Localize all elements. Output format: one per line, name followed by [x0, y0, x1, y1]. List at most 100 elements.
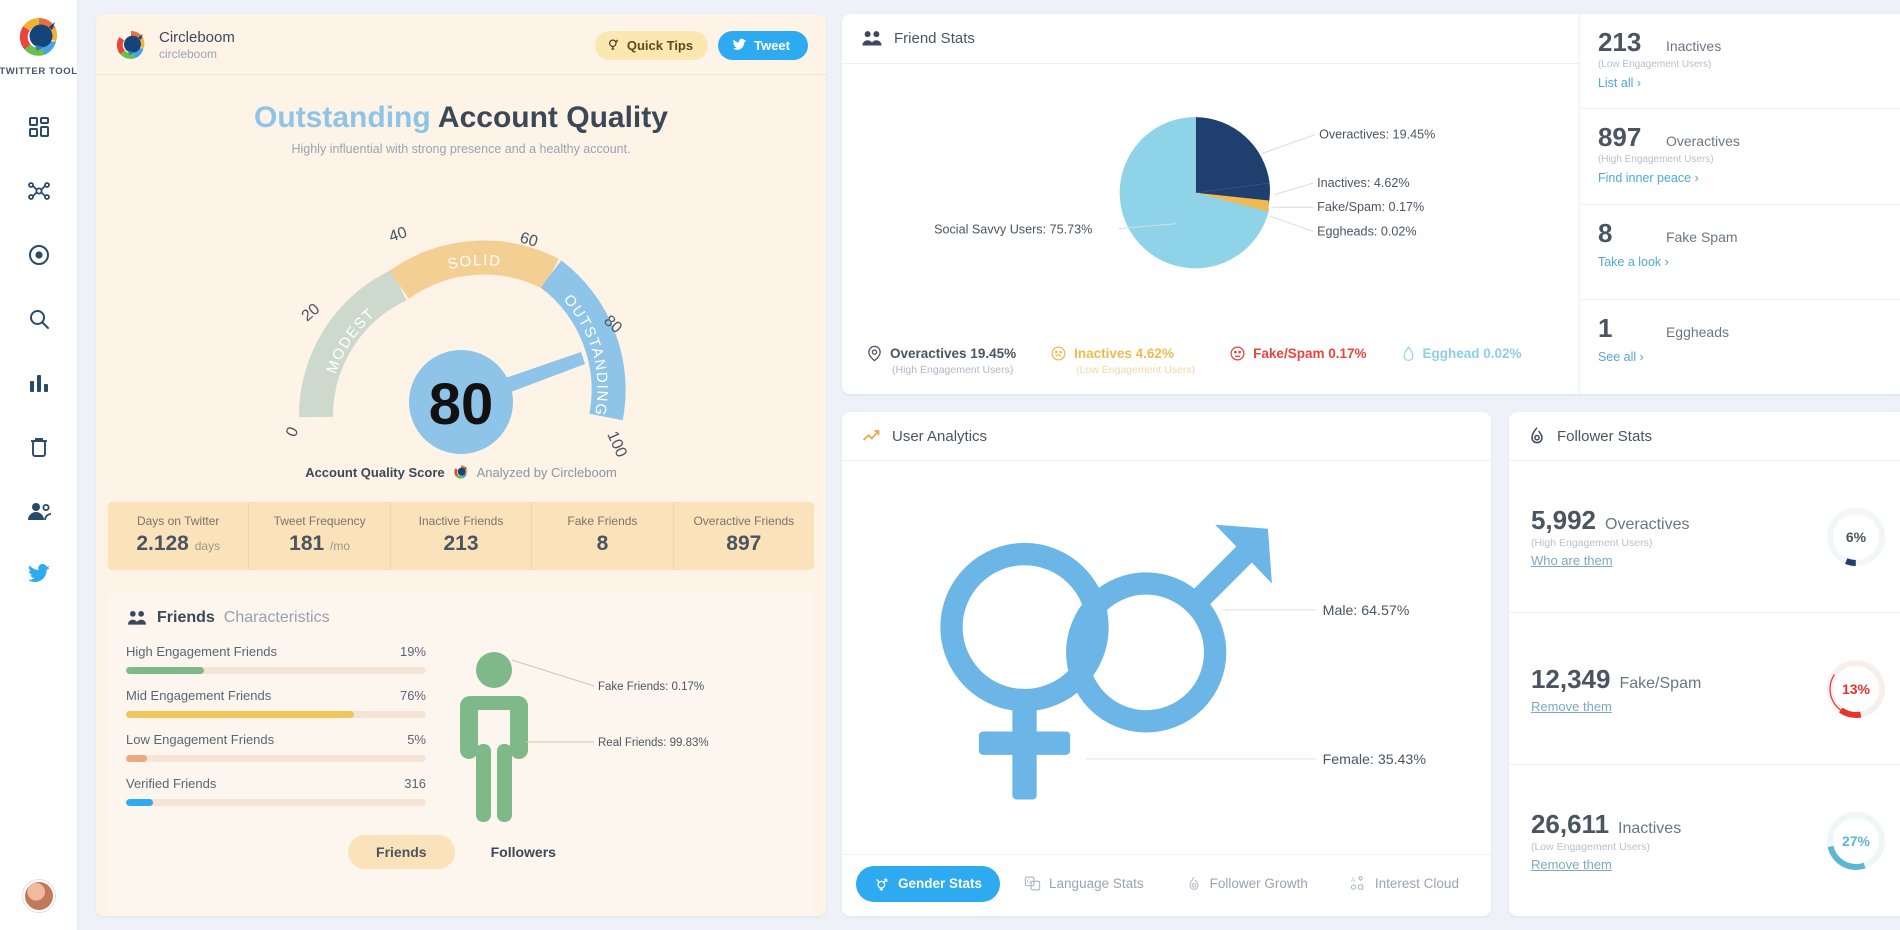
quick-tips-button[interactable]: Quick Tips	[594, 30, 709, 60]
cloud-icon: A	[1351, 876, 1364, 890]
tweet-label: Tweet	[754, 37, 790, 53]
follower-ring-inactives: 27%	[1825, 810, 1887, 872]
tab-label: Follower Growth	[1209, 876, 1308, 891]
bar-fill	[126, 799, 153, 806]
right-column: Friend Stats Social Savvy Users: 75.73% …	[842, 14, 1900, 916]
bar-label: Mid Engagement Friends	[126, 688, 272, 703]
stat-unit: /mo	[330, 539, 351, 553]
quality-title-rest: Account Quality	[437, 101, 668, 134]
toggle-followers[interactable]: Followers	[473, 835, 574, 869]
label-social-savvy: Social Savvy Users: 75.73%	[934, 222, 1092, 236]
follower-name: Fake/Spam	[1619, 674, 1702, 692]
friends-group-icon	[862, 31, 882, 46]
trash-icon	[30, 438, 47, 457]
svg-text:100: 100	[603, 429, 629, 460]
legend-label: Overactives 19.45%	[890, 346, 1017, 361]
tab-label: Language Stats	[1049, 876, 1144, 891]
fake-friends-annotation: Fake Friends: 0.17%	[598, 681, 704, 693]
sidebar-item-cleanup[interactable]	[16, 427, 62, 467]
sidebar-item-network[interactable]	[16, 171, 62, 211]
bar-high-engagement: High Engagement Friends 19%	[126, 644, 426, 674]
real-friends-annotation: Real Friends: 99.83%	[598, 737, 709, 749]
sidebar-item-dashboard[interactable]	[16, 107, 62, 147]
bar-value: 76%	[399, 688, 426, 703]
label-inactives: Inactives: 4.62%	[1317, 176, 1409, 190]
legend-label: Fake/Spam 0.17%	[1253, 346, 1367, 361]
gender-stats-chart: Male: 64.57% Female: 35.43%	[842, 461, 1491, 854]
spam-face-icon	[1230, 346, 1245, 361]
breakdown-link-see-all[interactable]: See all ›	[1598, 350, 1644, 364]
account-quality-score-caption: Account Quality Score Analyzed by Circle…	[96, 464, 826, 480]
friend-stats-title: Friend Stats	[894, 30, 975, 47]
overactive-icon	[868, 345, 881, 362]
user-analytics-card: User Analytics Male: 64.57% Female: 35.4…	[842, 412, 1491, 916]
follower-ring-overactives: 6%	[1825, 506, 1887, 568]
account-avatar-icon	[114, 28, 148, 62]
bar-fill	[126, 667, 204, 674]
tweet-button[interactable]: Tweet	[718, 30, 808, 60]
friend-breakdown-list: 213 Inactives (Low Engagement Users) Lis…	[1578, 14, 1900, 394]
breakdown-link-list-all[interactable]: List all ›	[1598, 76, 1641, 90]
breakdown-sub: (Low Engagement Users)	[1597, 59, 1712, 70]
stat-overactive-friends: Overactive Friends 897	[674, 502, 814, 570]
fc-title-light: Characteristics	[223, 609, 330, 626]
sidebar-item-users[interactable]	[16, 491, 62, 531]
label-fake-spam: Fake/Spam: 0.17%	[1317, 200, 1424, 214]
tab-interest-cloud[interactable]: A Interest Cloud	[1332, 865, 1477, 902]
aqs-label: Account Quality Score	[305, 464, 445, 480]
network-icon	[27, 182, 50, 200]
page-title: Outstanding Account Quality	[96, 101, 826, 135]
users-icon	[27, 503, 51, 521]
dashboard-icon	[28, 117, 49, 137]
quality-title-accent: Outstanding	[254, 101, 431, 134]
friends-person-illustration: Fake Friends: 0.17% Real Friends: 99.83%	[426, 644, 796, 827]
follower-link-remove-them-fake[interactable]: Remove them	[1531, 699, 1612, 714]
svg-text:0: 0	[283, 424, 302, 439]
breakdown-link-find-inner-peace[interactable]: Find inner peace ›	[1598, 171, 1699, 185]
stat-unit: days	[194, 539, 221, 553]
engagement-bars: High Engagement Friends 19% Mid Engageme…	[126, 644, 426, 827]
follower-link-remove-them-inactive[interactable]: Remove them	[1531, 857, 1612, 872]
lightbulb-icon	[608, 39, 618, 50]
stat-title: Days on Twitter	[136, 514, 220, 528]
sidebar-item-search[interactable]	[16, 299, 62, 339]
breakdown-link-take-a-look[interactable]: Take a look ›	[1598, 255, 1669, 269]
gauge-score-value: 80	[429, 372, 494, 437]
circleboom-small-logo-icon	[453, 464, 469, 480]
header-actions: Quick Tips Tweet	[594, 30, 808, 60]
breakdown-name: Eggheads	[1665, 323, 1730, 340]
breakdown-number: 8	[1597, 217, 1613, 248]
stat-value: 181	[289, 532, 325, 555]
analyzed-by-label: Analyzed by Circleboom	[476, 464, 617, 480]
stat-title: Overactive Friends	[693, 514, 795, 528]
tab-gender-stats[interactable]: Gender Stats	[856, 865, 1001, 902]
follower-sub: (High Engagement Users)	[1530, 537, 1653, 549]
account-handle: circleboom	[159, 46, 218, 61]
flame-icon	[1189, 876, 1199, 890]
stat-fake-friends: Fake Friends 8	[532, 502, 674, 570]
follower-link-who-are-them[interactable]: Who are them	[1531, 553, 1613, 568]
stat-title: Inactive Friends	[418, 514, 504, 528]
stat-title: Fake Friends	[567, 514, 638, 528]
toggle-friends[interactable]: Friends	[348, 835, 455, 869]
breakdown-name: Fake Spam	[1665, 228, 1738, 245]
sidebar-item-twitter[interactable]	[16, 555, 62, 595]
legend-egghead: Egghead 0.02%	[1401, 345, 1522, 376]
follower-number: 12,349	[1530, 663, 1611, 694]
quality-stats-band: Days on Twitter 2.128 days Tweet Frequen…	[108, 502, 814, 570]
svg-text:20: 20	[299, 301, 324, 326]
tab-language-stats[interactable]: G Language Stats	[1006, 865, 1162, 902]
main-content: Circleboom circleboom Quick Tips Tweet O…	[78, 0, 1900, 930]
fc-title-bold: Friends	[157, 609, 215, 626]
account-quality-card: Circleboom circleboom Quick Tips Tweet O…	[96, 14, 826, 916]
user-avatar[interactable]	[22, 880, 55, 912]
tab-follower-growth[interactable]: Follower Growth	[1168, 866, 1326, 902]
account-quality-gauge: MODEST SOLID OUTSTANDING 0 20 40 60 80 1…	[96, 162, 826, 462]
sidebar-item-target[interactable]	[16, 235, 62, 275]
legend-inactives: Inactives 4.62% (Low Engagement Users)	[1050, 345, 1195, 376]
bar-low-engagement: Low Engagement Friends 5%	[126, 732, 426, 762]
bar-label: Verified Friends	[126, 776, 217, 791]
friend-stats-row: Friend Stats Social Savvy Users: 75.73% …	[842, 14, 1900, 394]
sidebar-item-analytics[interactable]	[16, 363, 62, 403]
bar-track	[126, 755, 426, 762]
